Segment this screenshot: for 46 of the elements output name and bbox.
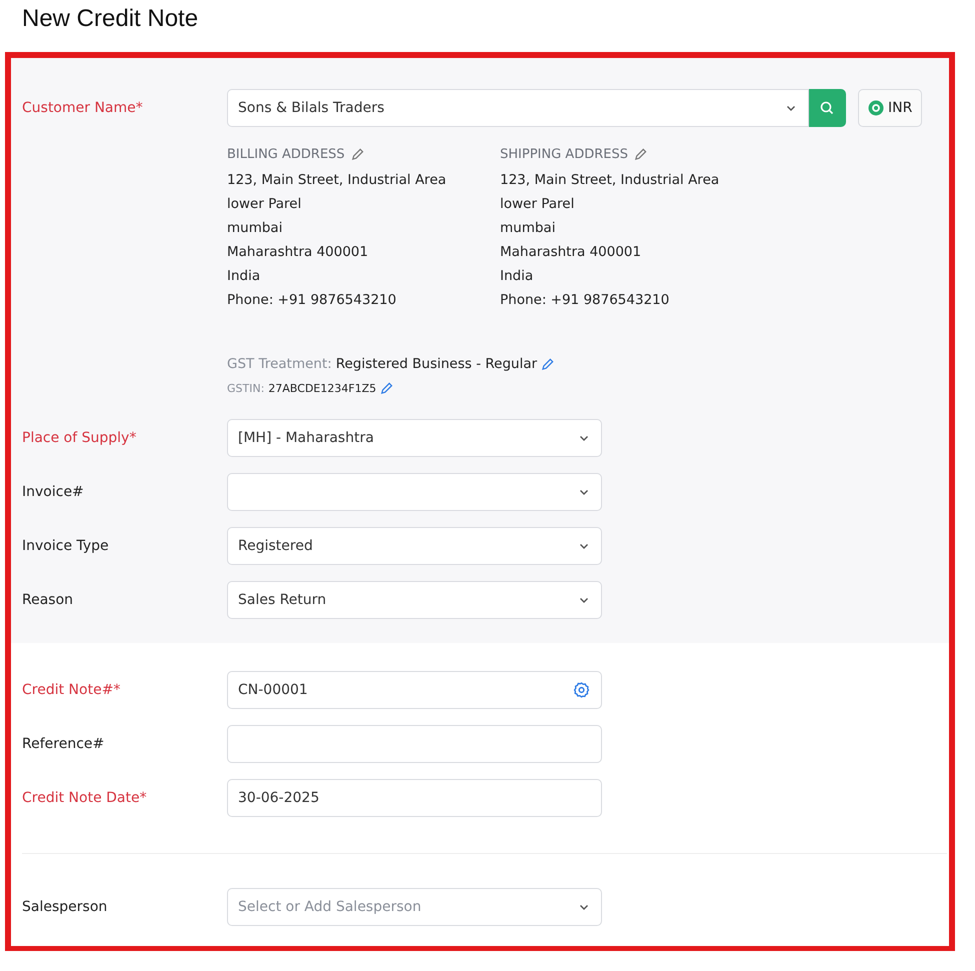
search-icon (819, 100, 835, 116)
field-label: Reason (22, 592, 74, 608)
field-label: Credit Note Date* (22, 790, 148, 806)
field-label: Place of Supply* (22, 430, 138, 446)
address-heading: SHIPPING ADDRESS (500, 147, 628, 162)
select-field[interactable]: Sales Return (227, 581, 602, 619)
address-line: lower Parel (227, 195, 302, 214)
address-line: India (500, 267, 534, 286)
address-line: mumbai (500, 219, 556, 238)
address-line: lower Parel (500, 195, 576, 214)
page-title: New Credit Note (21, 4, 200, 34)
pencil-icon[interactable] (634, 148, 647, 161)
address-line: Phone: +91 9876543210 (500, 291, 670, 310)
input-field[interactable] (227, 725, 602, 763)
input-field[interactable]: 30-06-2025 (227, 779, 602, 817)
field-label: Invoice Type (22, 538, 110, 554)
field-label: Reference# (22, 736, 106, 752)
input-field[interactable]: CN-00001 (227, 671, 602, 709)
field-label: Credit Note#* (22, 682, 122, 698)
field-label: Customer Name* (22, 100, 144, 116)
address-line: India (227, 267, 262, 286)
address-line: Maharashtra 400001 (500, 243, 642, 262)
field-label: Salesperson (22, 899, 108, 915)
search-button[interactable] (808, 89, 846, 127)
pencil-icon[interactable] (541, 358, 554, 370)
field-label: Invoice# (22, 484, 85, 500)
address-line: Maharashtra 400001 (227, 243, 370, 262)
select-field[interactable]: [MH] - Maharashtra (227, 419, 602, 457)
gst-treatment-value: Registered Business - Regular (336, 356, 538, 372)
currency-icon (868, 100, 884, 116)
select-field[interactable]: Select or Add Salesperson (227, 888, 602, 926)
select-field[interactable]: Registered (227, 527, 602, 565)
settings-icon[interactable] (573, 682, 590, 698)
currency-button[interactable]: INR (858, 89, 922, 127)
gstin-value: 27ABCDE1234F1Z5 (268, 382, 376, 395)
select-field[interactable] (227, 473, 602, 511)
gst-treatment-label: GST Treatment: (227, 356, 332, 372)
pencil-icon[interactable] (350, 148, 364, 161)
address-line: mumbai (227, 219, 284, 238)
address-line: 123, Main Street, Industrial Area (227, 171, 448, 190)
gstin-label: GSTIN: (227, 382, 264, 395)
pencil-icon[interactable] (380, 382, 394, 395)
select-field[interactable]: Sons & Bilals Traders (227, 89, 809, 127)
address-line: 123, Main Street, Industrial Area (500, 171, 720, 190)
address-heading: BILLING ADDRESS (227, 147, 345, 162)
address-line: Phone: +91 9876543210 (227, 291, 398, 310)
